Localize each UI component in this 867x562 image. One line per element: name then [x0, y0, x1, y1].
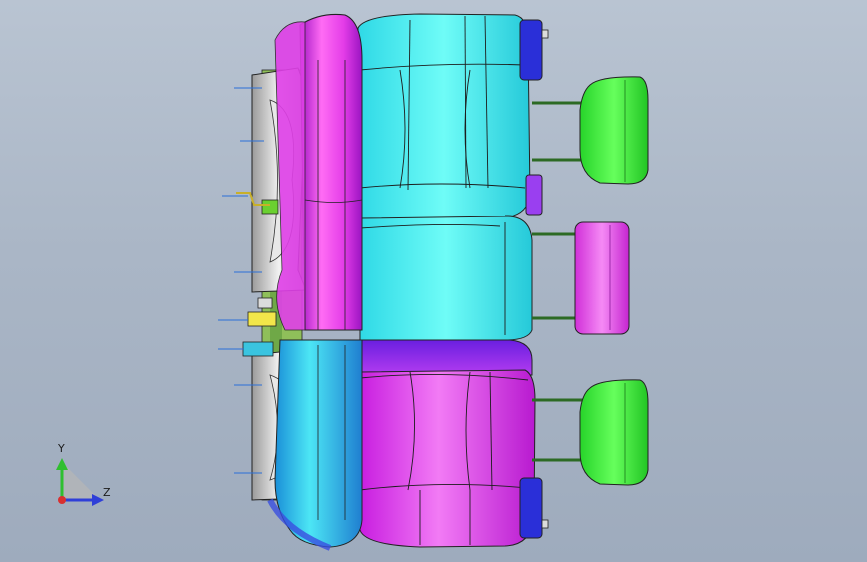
triad-y-label: Y [58, 442, 65, 455]
headrest-middle[interactable] [574, 221, 630, 335]
headrest-bottom[interactable] [579, 379, 649, 486]
seat-assembly-model[interactable] [0, 0, 867, 562]
model-viewport[interactable]: Y Z [0, 0, 867, 562]
lower-seat-cushion[interactable] [359, 339, 543, 548]
x-axis-dot [58, 496, 66, 504]
triad-z-label: Z [103, 486, 111, 499]
side-bolster[interactable] [267, 14, 363, 551]
edge-clips [541, 29, 549, 529]
y-axis-arrow [56, 458, 68, 470]
headrest-top[interactable] [579, 76, 649, 185]
orientation-triad[interactable] [56, 458, 104, 506]
upper-seat-cushion[interactable] [357, 13, 543, 341]
